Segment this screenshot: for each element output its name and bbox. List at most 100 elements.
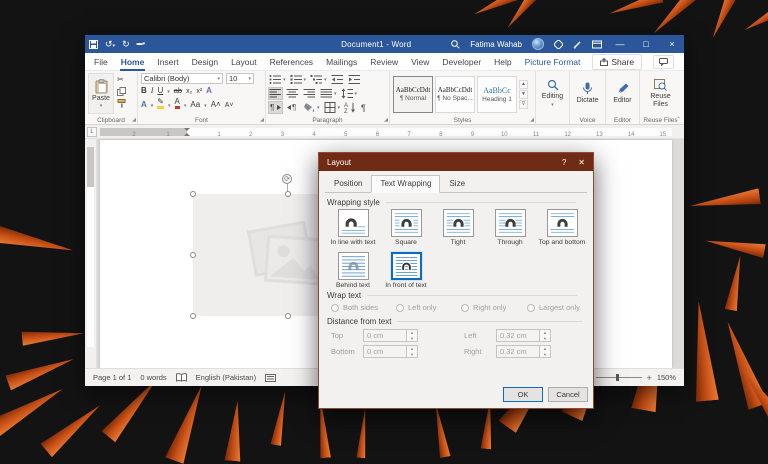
align-right-icon[interactable] xyxy=(303,88,316,99)
bold-icon[interactable]: B xyxy=(141,86,147,95)
ribbon-tab-file[interactable]: File xyxy=(93,55,109,69)
styles-more-icon[interactable]: ⊽ xyxy=(519,100,528,109)
styles-dialog-launcher-icon[interactable]: ◢ xyxy=(530,117,534,123)
cut-icon[interactable]: ✂ xyxy=(117,75,126,84)
zoom-slider-thumb[interactable] xyxy=(616,374,619,381)
italic-icon[interactable]: I xyxy=(151,86,154,95)
indent-markers[interactable] xyxy=(184,128,190,136)
share-button[interactable]: Share xyxy=(592,54,642,70)
style-heading1[interactable]: AaBbCc Heading 1 xyxy=(477,76,517,113)
horizontal-ruler[interactable]: L 21 123456789101112131415 xyxy=(85,125,684,139)
change-case-icon[interactable]: Aa xyxy=(190,100,200,109)
line-spacing-icon[interactable]: ▾ xyxy=(341,88,358,99)
dialog-tab-size[interactable]: Size xyxy=(440,175,474,193)
radio-largest-only[interactable]: Largest only xyxy=(527,303,580,312)
multilevel-list-icon[interactable]: ▾ xyxy=(310,74,327,85)
maximize-button[interactable]: □ xyxy=(638,39,654,49)
strikethrough-icon[interactable]: ab xyxy=(174,86,182,95)
ribbon-display-options-icon[interactable] xyxy=(592,40,602,49)
align-left-icon[interactable] xyxy=(269,88,282,99)
resize-handle-mid-left[interactable] xyxy=(190,252,196,258)
font-name-combo[interactable]: Calibri (Body)▾ xyxy=(141,73,223,84)
minimize-button[interactable]: — xyxy=(612,39,628,49)
ribbon-tab-insert[interactable]: Insert xyxy=(156,55,179,69)
undo-icon[interactable]: ↺▾ xyxy=(105,39,115,50)
wrap-option-inline[interactable]: In line with text xyxy=(327,209,379,246)
font-dialog-launcher-icon[interactable]: ◢ xyxy=(260,117,264,123)
decrease-indent-icon[interactable] xyxy=(331,74,344,85)
resize-handle-top-left[interactable] xyxy=(190,191,196,197)
copy-icon[interactable] xyxy=(117,87,126,96)
text-effects-typography-icon[interactable]: A xyxy=(141,100,147,109)
shading-icon[interactable]: ▾ xyxy=(303,102,320,113)
ribbon-tab-references[interactable]: References xyxy=(269,55,314,69)
zoom-level[interactable]: 150% xyxy=(657,373,676,382)
distance-right-input[interactable]: 0.32 cm▲▼ xyxy=(496,345,551,358)
ribbon-tab-picture-format[interactable]: Picture Format xyxy=(524,55,582,69)
wrap-option-in-front-of-text[interactable]: In front of text xyxy=(380,252,432,289)
style-normal[interactable]: AaBbCcDdt ¶ Normal xyxy=(393,76,433,113)
redo-icon[interactable]: ↻ xyxy=(122,39,130,50)
close-button[interactable]: × xyxy=(664,39,680,49)
dictate-button[interactable]: Dictate xyxy=(573,73,602,114)
comments-button[interactable] xyxy=(653,55,674,69)
justify-icon[interactable]: ▾ xyxy=(320,88,337,99)
clipboard-dialog-launcher-icon[interactable]: ◢ xyxy=(132,117,136,123)
borders-icon[interactable]: ▾ xyxy=(324,102,341,113)
resize-handle-bottom-left[interactable] xyxy=(190,313,196,319)
wrap-option-top-bottom[interactable]: Top and bottom xyxy=(536,209,588,246)
tab-selector[interactable]: L xyxy=(87,127,97,137)
dialog-help-button[interactable]: ? xyxy=(562,158,566,167)
paste-button[interactable]: Paste ▾ xyxy=(88,73,114,114)
styles-scroll-up-icon[interactable]: ▲ xyxy=(519,80,528,89)
dialog-title-bar[interactable]: Layout ? ✕ xyxy=(319,153,593,171)
ribbon-tab-layout[interactable]: Layout xyxy=(230,55,258,69)
wrap-option-square[interactable]: Square xyxy=(380,209,432,246)
resize-handle-top-mid[interactable] xyxy=(285,191,291,197)
underline-icon[interactable]: U xyxy=(157,86,163,95)
language-indicator[interactable]: English (Pakistan) xyxy=(196,373,256,382)
distance-left-input[interactable]: 0.32 cm▲▼ xyxy=(496,329,551,342)
rotate-handle[interactable]: ⟳ xyxy=(282,174,292,184)
cancel-button[interactable]: Cancel xyxy=(548,387,588,402)
coming-soon-icon[interactable] xyxy=(554,40,563,49)
left-to-right-icon[interactable]: ¶ xyxy=(269,102,282,113)
proofing-icon[interactable] xyxy=(176,373,187,382)
format-painter-icon[interactable] xyxy=(117,99,126,108)
paragraph-dialog-launcher-icon[interactable]: ◢ xyxy=(384,117,388,123)
zoom-slider[interactable] xyxy=(596,377,642,378)
numbering-icon[interactable]: ▾ xyxy=(290,74,307,85)
font-size-combo[interactable]: 10▾ xyxy=(226,73,254,84)
radio-both-sides[interactable]: Both sides xyxy=(331,303,378,312)
search-icon[interactable] xyxy=(451,40,460,49)
word-count[interactable]: 0 words xyxy=(140,373,166,382)
styles-scroll-down-icon[interactable]: ▼ xyxy=(519,90,528,99)
keyboard-icon[interactable] xyxy=(265,374,276,382)
avatar[interactable] xyxy=(532,38,544,50)
distance-bottom-input[interactable]: 0 cm▲▼ xyxy=(363,345,418,358)
style-no-spacing[interactable]: AaBbCcDdt ¶ No Spac... xyxy=(435,76,475,113)
editor-button[interactable]: Editor xyxy=(609,73,636,114)
wrap-option-behind-text[interactable]: Behind text xyxy=(327,252,379,289)
ribbon-tab-design[interactable]: Design xyxy=(191,55,219,69)
increase-indent-icon[interactable] xyxy=(348,74,361,85)
ribbon-tab-home[interactable]: Home xyxy=(120,55,146,69)
collapse-ribbon-icon[interactable]: ⌃ xyxy=(676,116,681,123)
show-paragraph-marks-icon[interactable]: ¶ xyxy=(361,103,366,113)
grow-font-icon[interactable]: A˄ xyxy=(211,100,221,109)
bullets-icon[interactable]: ▾ xyxy=(269,74,286,85)
wrap-option-through[interactable]: Through xyxy=(484,209,536,246)
superscript-icon[interactable]: x² xyxy=(196,88,202,95)
distance-top-input[interactable]: 0 cm▲▼ xyxy=(363,329,418,342)
ribbon-tab-developer[interactable]: Developer xyxy=(441,55,482,69)
text-effects-icon[interactable]: A xyxy=(206,86,212,95)
right-to-left-icon[interactable]: ¶ xyxy=(286,102,299,113)
ribbon-tab-review[interactable]: Review xyxy=(369,55,399,69)
editing-button[interactable]: Editing ▾ xyxy=(539,73,566,114)
user-name[interactable]: Fatima Wahab xyxy=(470,40,522,49)
ink-pen-icon[interactable] xyxy=(573,40,582,49)
ribbon-tab-mailings[interactable]: Mailings xyxy=(325,55,358,69)
customize-qat-icon[interactable]: ▬▾ xyxy=(137,41,146,47)
ribbon-tab-view[interactable]: View xyxy=(410,55,430,69)
highlight-color-icon[interactable]: ✎ xyxy=(157,97,164,109)
